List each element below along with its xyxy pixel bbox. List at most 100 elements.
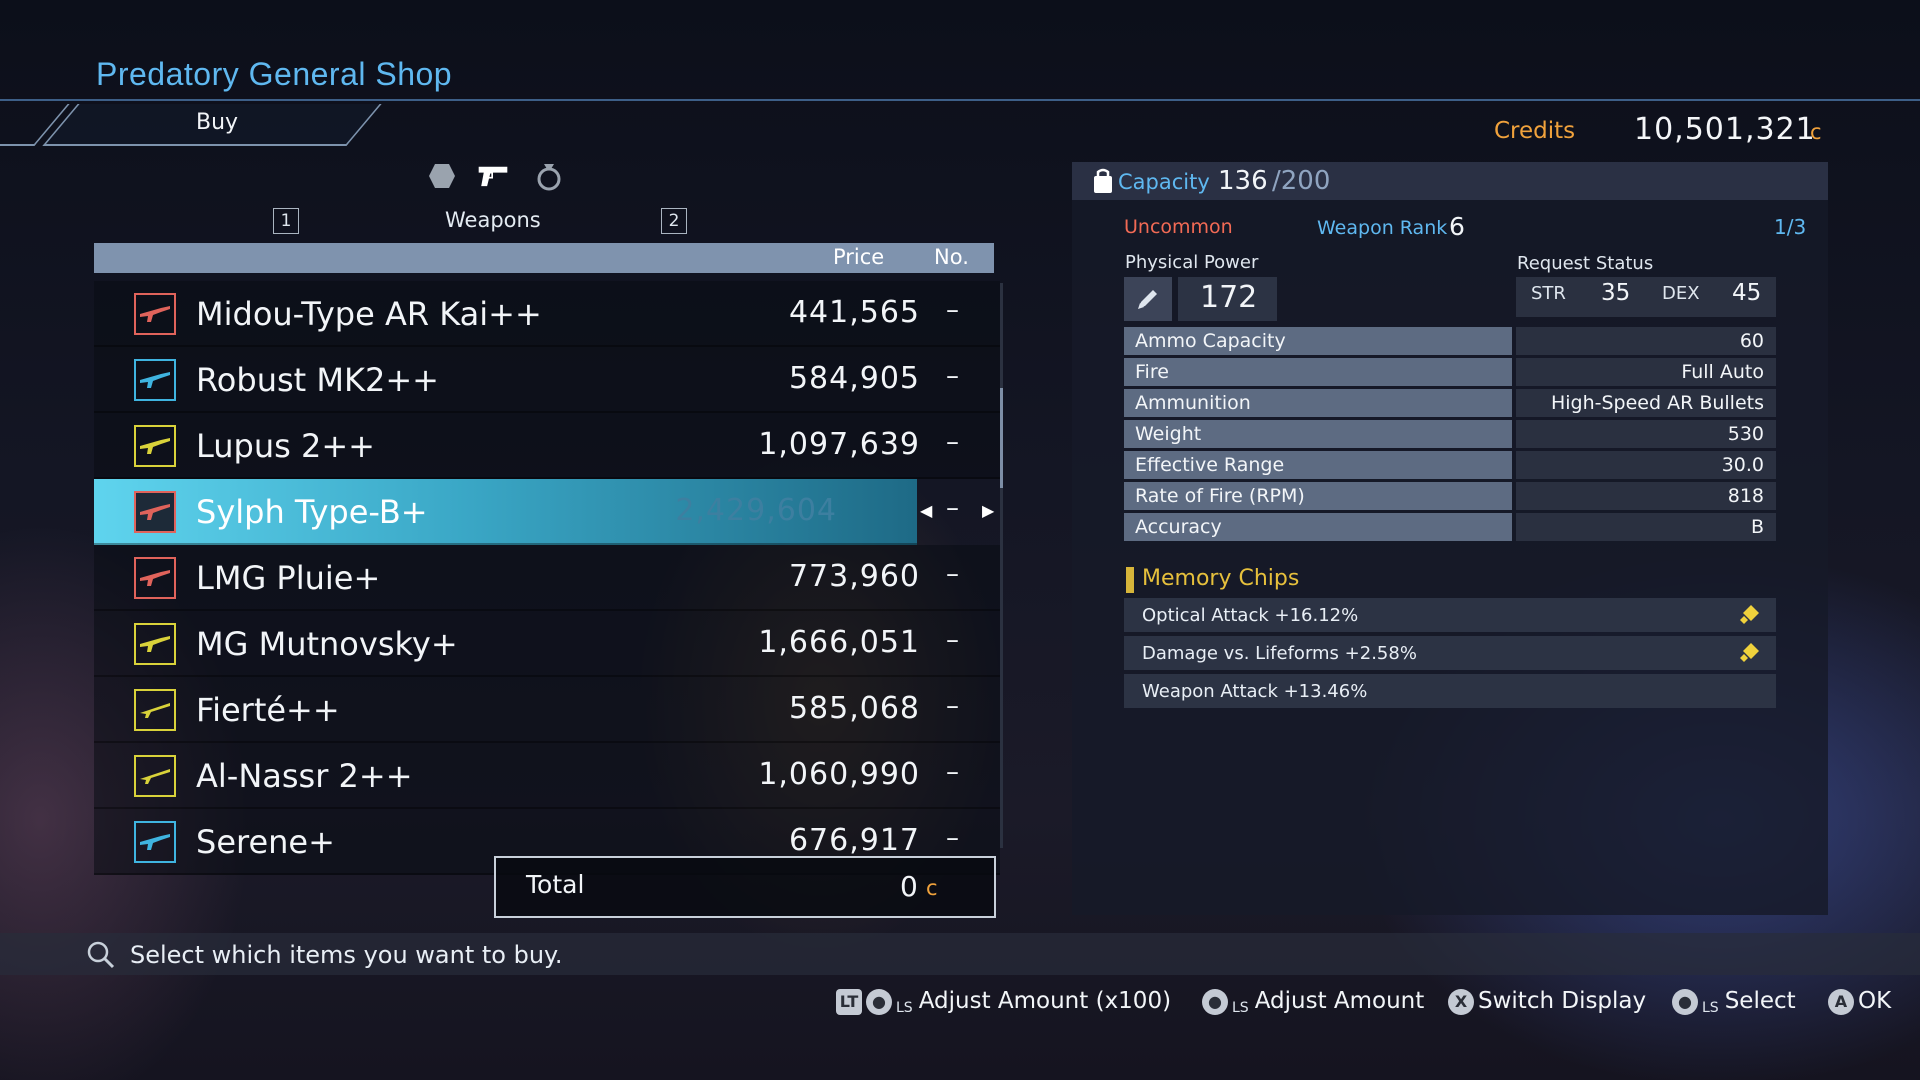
hexagon-icon[interactable] [426,160,458,192]
item-name: Lupus 2++ [196,427,375,465]
category-prev-key[interactable]: 1 [273,208,299,234]
control-select[interactable]: ● LS Select [1672,988,1796,1016]
item-quantity: – [946,361,959,391]
list-item-selected[interactable]: Sylph Type-B+ 2,429,604 ◀ – ▶ [94,479,994,545]
control-ok[interactable]: A OK [1828,988,1891,1015]
stat-row: Effective Range 30.0 [1124,451,1776,479]
item-price: 441,565 [788,295,920,330]
rifle-icon [134,491,176,533]
rarity-label: Uncommon [1124,216,1233,238]
rifle-icon [134,821,176,863]
item-quantity: – [946,757,959,787]
stat-value: B [1750,516,1764,538]
capacity-max: /200 [1272,166,1331,196]
stat-label: Accuracy [1135,516,1222,538]
increase-arrow-icon[interactable]: ▶ [982,501,994,520]
item-name: Midou-Type AR Kai++ [196,295,542,333]
memory-chip: Weapon Attack +13.46% [1124,674,1776,708]
list-item[interactable]: Midou-Type AR Kai++ 441,565 – [94,281,1000,347]
str-label: STR [1531,283,1566,304]
item-price: 1,097,639 [758,427,920,462]
ring-icon[interactable] [533,160,565,192]
stick-icon: ● [866,988,892,1015]
item-name: Fierté++ [196,691,340,729]
memory-chips-title: Memory Chips [1142,566,1300,591]
stat-row: Ammunition High-Speed AR Bullets [1124,389,1776,417]
stat-label: Fire [1135,361,1169,383]
stat-row: Accuracy B [1124,513,1776,541]
item-name: LMG Pluie+ [196,559,381,597]
pencil-icon [1124,277,1172,321]
capacity-label: Capacity [1118,170,1210,194]
ls-label: LS [896,1000,913,1016]
item-price: 1,060,990 [758,757,920,792]
stat-value: 818 [1727,485,1764,507]
item-list: Midou-Type AR Kai++ 441,565 – Robust MK2… [94,281,1000,875]
stat-label: Ammunition [1135,392,1251,414]
stat-row: Rate of Fire (RPM) 818 [1124,482,1776,510]
rifle-icon [134,557,176,599]
control-adjust-amount[interactable]: ● LS Adjust Amount [1202,988,1424,1016]
total-value: 0 [900,870,918,903]
ls-label: LS [1702,1000,1719,1016]
stat-label: Effective Range [1135,454,1285,476]
item-quantity: – [946,295,959,325]
item-name: MG Mutnovsky+ [196,625,458,663]
category-next-key[interactable]: 2 [661,208,687,234]
sniper-rifle-icon [134,755,176,797]
list-item[interactable]: Robust MK2++ 584,905 – [94,347,1000,413]
column-quantity: No. [934,245,969,269]
decrease-arrow-icon[interactable]: ◀ [920,501,932,520]
dex-label: DEX [1662,283,1700,304]
diamond-icon [1738,642,1760,668]
item-name: Sylph Type-B+ [196,493,428,531]
weapon-rank-label: Weapon Rank [1317,217,1448,239]
shop-title: Predatory General Shop [96,56,453,92]
dex-value: 45 [1732,280,1762,306]
weapon-rank-value: 6 [1449,212,1465,241]
stick-icon: ● [1672,988,1698,1015]
item-price: 1,666,051 [758,625,920,660]
stat-value: High-Speed AR Bullets [1550,392,1764,414]
item-name: Robust MK2++ [196,361,439,399]
control-label: Adjust Amount [1254,988,1425,1014]
list-item[interactable]: Al-Nassr 2++ 1,060,990 – [94,743,1000,809]
list-item[interactable]: LMG Pluie+ 773,960 – [94,545,1000,611]
page-indicator: 1/3 [1774,215,1807,239]
pistol-icon[interactable] [477,160,509,192]
control-label: Switch Display [1478,988,1647,1014]
total-label: Total [526,870,585,899]
diamond-icon [1738,604,1760,630]
list-scrollbar-thumb[interactable] [1000,388,1003,488]
stat-value: 530 [1727,423,1764,445]
item-name: Al-Nassr 2++ [196,757,413,795]
memory-chip-label: Optical Attack +16.12% [1142,605,1359,626]
list-scrollbar[interactable] [1000,283,1003,848]
search-icon [86,940,116,974]
credits-unit: c [1810,120,1822,144]
tab-buy-label[interactable]: Buy [196,110,238,135]
control-label: Select [1724,988,1796,1014]
control-switch-display[interactable]: X Switch Display [1448,988,1646,1015]
item-price: 585,068 [788,691,920,726]
list-item[interactable]: Lupus 2++ 1,097,639 – [94,413,1000,479]
list-item[interactable]: MG Mutnovsky+ 1,666,051 – [94,611,1000,677]
stat-label: Ammo Capacity [1135,330,1286,352]
credits-value: 10,501,321 [1634,112,1816,147]
column-price: Price [833,245,885,269]
list-item[interactable]: Fierté++ 585,068 – [94,677,1000,743]
item-price: 584,905 [788,361,920,396]
item-price: 773,960 [788,559,920,594]
control-adjust-amount-100[interactable]: LT ● LS Adjust Amount (x100) [836,988,1171,1016]
memory-chip: Optical Attack +16.12% [1124,598,1776,632]
header-divider [0,99,1920,101]
item-quantity: – [946,559,959,589]
item-quantity: – [946,691,959,721]
control-label: OK [1858,988,1892,1014]
memory-chip: Damage vs. Lifeforms +2.58% [1124,636,1776,670]
credits-label: Credits [1494,118,1576,144]
rifle-icon [134,293,176,335]
ls-label: LS [1232,1000,1249,1016]
rifle-icon [134,359,176,401]
stat-value: 60 [1739,330,1764,352]
